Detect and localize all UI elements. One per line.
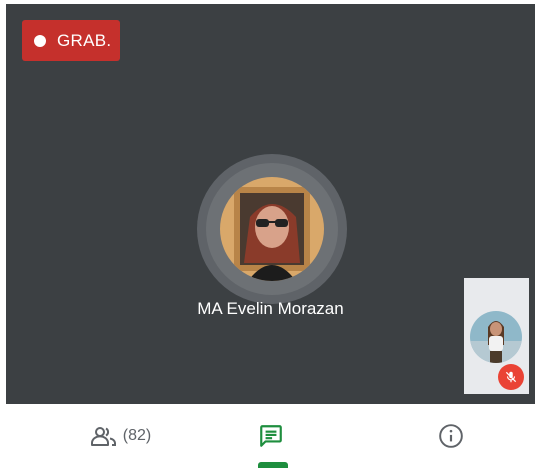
chat-icon <box>260 425 282 447</box>
recording-badge: GRAB. <box>22 20 120 61</box>
recording-dot-icon <box>34 34 46 47</box>
speaker-ring <box>206 163 338 295</box>
bottom-tab-bar: (82) <box>6 404 535 468</box>
self-view-tile[interactable] <box>464 278 529 394</box>
mic-off-icon <box>505 371 517 383</box>
speaker-name: MA Evelin Morazan <box>197 299 344 318</box>
self-avatar <box>470 311 522 363</box>
speaker-audio-indicator <box>197 154 347 304</box>
video-stage: GRAB. MA Evelin Morazan <box>6 4 535 404</box>
tab-info[interactable] <box>376 404 526 468</box>
participant-count: (82) <box>122 427 152 444</box>
mic-off-badge <box>498 364 524 390</box>
tab-chat[interactable] <box>196 404 346 468</box>
active-tab-indicator <box>258 462 288 468</box>
info-icon <box>439 424 463 448</box>
speaker-avatar <box>220 177 324 281</box>
people-icon <box>90 427 116 446</box>
meeting-screen: GRAB. MA Evelin Morazan (82) <box>0 0 535 468</box>
recording-label: GRAB. <box>57 30 112 50</box>
tab-people[interactable]: (82) <box>46 404 196 468</box>
